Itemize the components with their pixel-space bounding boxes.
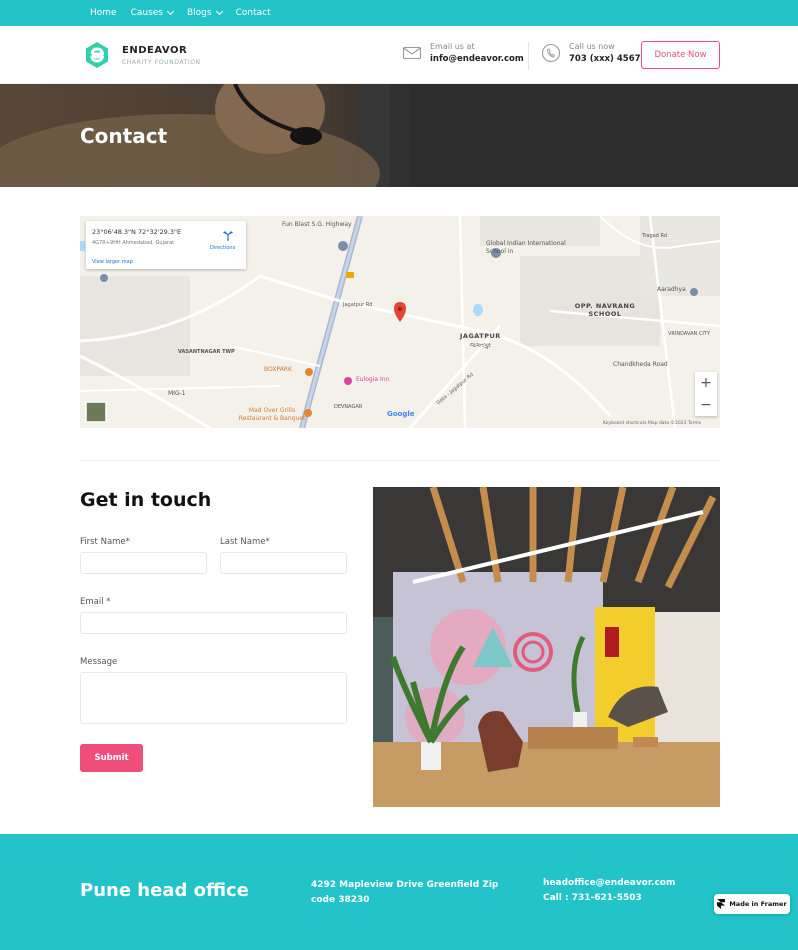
- top-nav: Home Causes Blogs Contact: [90, 0, 271, 26]
- last-name-field[interactable]: [220, 552, 347, 574]
- nav-label: Causes: [130, 8, 163, 18]
- map-label: Chandkheda Road: [613, 361, 668, 368]
- nav-label: Home: [90, 8, 117, 18]
- framer-badge-label: Made in Framer: [729, 900, 787, 908]
- brand-name: ENDEAVOR: [122, 45, 188, 56]
- header-divider: [528, 42, 529, 70]
- brand-tagline: CHARITY FOUNDATION: [122, 59, 201, 66]
- embedded-map[interactable]: Fun Blast S.G. Highway Global Indian Int…: [80, 216, 720, 428]
- nav-item-blogs[interactable]: Blogs: [187, 7, 223, 18]
- nav-label: Contact: [235, 8, 271, 18]
- map-coordinates: 23°06'48.3"N 72°32'29.3"E: [92, 228, 182, 236]
- top-navbar: Home Causes Blogs Contact: [0, 0, 798, 26]
- first-name-label: First Name*: [80, 537, 130, 547]
- footer-office-title: Pune head office: [80, 880, 249, 901]
- mail-icon: [402, 46, 422, 60]
- submit-button[interactable]: Submit: [80, 744, 143, 772]
- map-label: MIG-1: [168, 390, 186, 397]
- map-attribution[interactable]: Keyboard shortcuts Map data ©2023 Terms: [603, 421, 701, 426]
- message-field[interactable]: [80, 672, 347, 724]
- map-label: VASANTNAGAR TWP: [178, 349, 235, 355]
- last-name-label: Last Name*: [220, 537, 270, 547]
- zoom-in-button[interactable]: +: [695, 372, 717, 394]
- zoom-controls: + −: [695, 372, 717, 416]
- map-label: OPP. NAVRANG SCHOOL: [574, 302, 636, 318]
- donate-button[interactable]: Donate Now: [641, 41, 720, 69]
- nav-item-contact[interactable]: Contact: [236, 8, 271, 18]
- map-label: Mad Over Grills Restaurant & Banquet: [238, 407, 306, 422]
- chevron-down-icon: [215, 7, 223, 16]
- first-name-field[interactable]: [80, 552, 207, 574]
- nav-item-causes[interactable]: Causes: [130, 7, 175, 18]
- footer-phone[interactable]: Call : 731-621-5503: [543, 893, 642, 903]
- map-label: BOXPARK: [264, 366, 292, 373]
- zoom-out-button[interactable]: −: [695, 394, 717, 416]
- endeavor-logo-icon[interactable]: [82, 40, 112, 70]
- map-label: Global Indian International School in: [486, 240, 566, 255]
- map-label: જગતપુર: [470, 342, 492, 349]
- footer-email[interactable]: headoffice@endeavor.com: [543, 878, 675, 888]
- chevron-down-icon: [166, 7, 175, 16]
- page-title: Contact: [80, 124, 168, 148]
- map-label: Aaradhya: [657, 286, 686, 293]
- message-label: Message: [80, 657, 118, 667]
- map-label: Tragad Rd: [642, 233, 668, 239]
- email-contact[interactable]: Email us at info@endeavor.com: [402, 42, 524, 64]
- map-address: 4G7R+9HH Ahmedabad, Gujarat: [92, 240, 175, 246]
- form-title: Get in touch: [80, 489, 212, 511]
- email-label: Email us at: [430, 42, 475, 51]
- email-value: info@endeavor.com: [430, 54, 524, 64]
- footer-address: 4292 Mapleview Drive Greenfield Zip code…: [311, 880, 499, 905]
- hero-banner: Contact: [0, 84, 798, 187]
- site-footer: Pune head office 4292 Mapleview Drive Gr…: [0, 834, 798, 950]
- nav-label: Blogs: [187, 8, 212, 18]
- call-label: Call us now: [569, 42, 615, 51]
- google-logo: Google: [387, 410, 415, 418]
- nav-item-home[interactable]: Home: [90, 8, 117, 18]
- email-field[interactable]: [80, 612, 347, 634]
- made-in-framer-badge[interactable]: Made in Framer: [714, 894, 790, 914]
- map-label: Eulogia Inn: [356, 376, 390, 383]
- email-label: Email *: [80, 597, 111, 607]
- map-label: Fun Blast S.G. Highway: [282, 221, 352, 228]
- framer-icon: [717, 899, 726, 909]
- phone-contact[interactable]: Call us now 703 (xxx) 4567: [541, 42, 641, 64]
- site-header: ENDEAVOR CHARITY FOUNDATION Email us at …: [0, 26, 798, 84]
- map-label: VRINDAVAN CITY: [668, 331, 710, 337]
- map-info-card: 23°06'48.3"N 72°32'29.3"E 4G7R+9HH Ahmed…: [86, 221, 246, 269]
- directions-link[interactable]: Directions: [210, 245, 235, 251]
- office-interior-image: [373, 487, 720, 807]
- office-photo-svg: [373, 487, 720, 807]
- map-label: JAGATPUR: [460, 332, 501, 340]
- view-larger-map-link[interactable]: View larger map: [92, 259, 133, 265]
- map-label: Jagatpur Rd: [343, 302, 373, 308]
- phone-icon: [541, 43, 561, 63]
- call-value: 703 (xxx) 4567: [569, 54, 641, 64]
- map-label: DEVNAGAR: [334, 404, 363, 410]
- directions-icon[interactable]: [222, 230, 234, 242]
- section-divider: [80, 460, 720, 461]
